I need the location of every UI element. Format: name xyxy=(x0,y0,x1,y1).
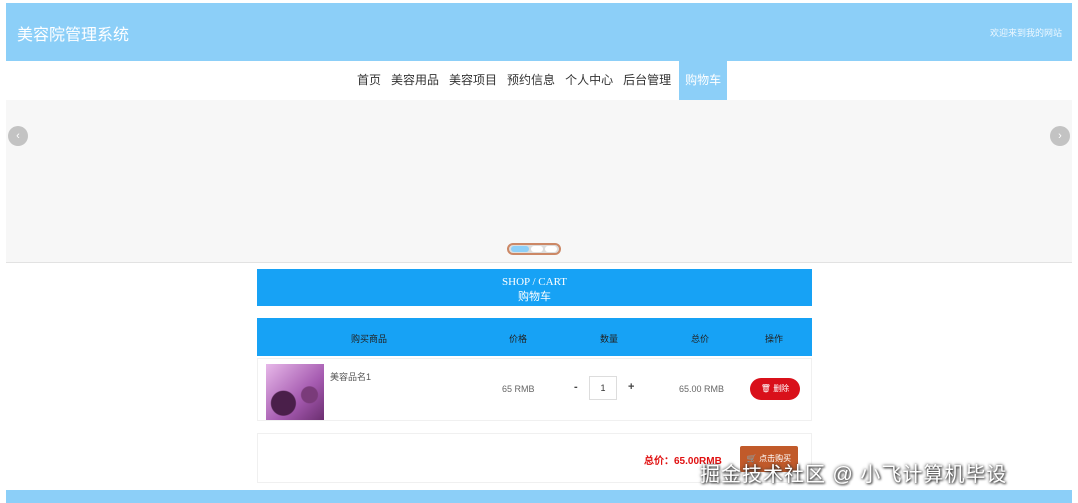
footer-bar xyxy=(6,490,1072,503)
banner-carousel: ‹ › xyxy=(6,100,1072,263)
watermark-text: 掘金技术社区 @ 小飞计算机毕设 xyxy=(700,464,1008,486)
cart-title-cn: 购物车 xyxy=(518,291,551,303)
nav-item-beauty-products[interactable]: 美容用品 xyxy=(386,61,444,100)
carousel-indicators xyxy=(507,243,561,255)
site-title: 美容院管理系统 xyxy=(17,27,130,44)
delete-label: 删除 xyxy=(773,384,790,393)
carousel-dot-2[interactable] xyxy=(530,246,543,252)
nav-item-home[interactable]: 首页 xyxy=(352,61,386,100)
product-name[interactable]: 美容品名1 xyxy=(330,370,371,383)
quantity-decrement-button[interactable]: - xyxy=(574,381,578,393)
chevron-left-icon[interactable]: ‹ xyxy=(8,126,28,146)
col-product: 购买商品 xyxy=(351,334,388,344)
col-price: 价格 xyxy=(509,334,528,344)
top-header: 美容院管理系统 欢迎来到我的网站 xyxy=(6,3,1072,61)
nav-item-profile[interactable]: 个人中心 xyxy=(560,61,618,100)
col-quantity: 数量 xyxy=(600,334,619,344)
chevron-right-icon[interactable]: › xyxy=(1050,126,1070,146)
col-total: 总价 xyxy=(691,334,710,344)
product-price: 65 RMB xyxy=(502,384,535,394)
col-actions: 操作 xyxy=(765,334,784,344)
quantity-increment-button[interactable]: + xyxy=(628,381,634,393)
nav-item-cart[interactable]: 购物车 xyxy=(679,61,728,100)
nav-item-admin[interactable]: 后台管理 xyxy=(618,61,676,100)
cart-title-en: SHOP / CART xyxy=(502,276,567,288)
cart-item-row: 美容品名1 65 RMB - 1 + 65.00 RMB 🗑 删除 xyxy=(257,358,812,421)
welcome-text: 欢迎来到我的网站 xyxy=(989,28,1062,38)
carousel-dot-1[interactable] xyxy=(511,246,529,252)
product-image[interactable] xyxy=(266,364,324,420)
cart-section-header: SHOP / CART 购物车 xyxy=(257,269,812,306)
main-nav: 首页 美容用品 美容项目 预约信息 个人中心 后台管理 购物车 xyxy=(6,61,1072,100)
nav-item-beauty-services[interactable]: 美容项目 xyxy=(444,61,502,100)
trash-icon: 🗑 xyxy=(760,384,771,393)
carousel-dot-3[interactable] xyxy=(544,246,557,252)
cart-table-header: 购买商品 价格 数量 总价 操作 xyxy=(257,318,812,356)
nav-item-appointments[interactable]: 预约信息 xyxy=(502,61,560,100)
quantity-input[interactable]: 1 xyxy=(589,376,617,400)
delete-button[interactable]: 🗑 删除 xyxy=(750,378,800,400)
line-total: 65.00 RMB xyxy=(679,384,725,394)
